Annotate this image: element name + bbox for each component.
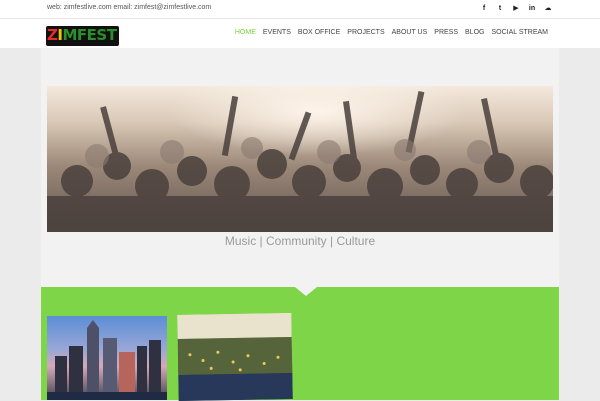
nav-press[interactable]: PRESS (434, 29, 458, 36)
logo-text-rest: MFEST (62, 26, 117, 44)
nav-events[interactable]: EVENTS (263, 29, 291, 36)
nav-home[interactable]: HOME (235, 29, 256, 36)
hero-crowd-image (47, 86, 553, 232)
zimfest-logo[interactable]: Z I MFEST (47, 26, 117, 44)
youtube-icon[interactable]: ▶ (511, 3, 521, 13)
nav-blog[interactable]: BLOG (465, 29, 484, 36)
nav-box-office[interactable]: BOX OFFICE (298, 29, 340, 36)
crowd-silhouettes (47, 91, 553, 232)
city-night-thumbnail[interactable] (177, 313, 293, 401)
linkedin-icon[interactable]: in (527, 3, 537, 13)
nav-about-us[interactable]: ABOUT US (392, 29, 428, 36)
city-skyline-thumbnail[interactable] (47, 316, 167, 400)
section-notch (295, 287, 317, 296)
site-header: Z I MFEST HOME EVENTS BOX OFFICE PROJECT… (0, 19, 600, 48)
social-links: f t ▶ in ☁ (479, 3, 553, 13)
nav-social-stream[interactable]: SOCIAL STREAM (491, 29, 548, 36)
twitter-icon[interactable]: t (495, 3, 505, 13)
contact-info: web: zimfestlive.com email: zimfest@zimf… (47, 4, 212, 11)
logo-letter-z: Z (47, 26, 58, 44)
soundcloud-icon[interactable]: ☁ (543, 3, 553, 13)
skyline-graphic (47, 320, 167, 400)
top-bar: web: zimfestlive.com email: zimfest@zimf… (0, 0, 600, 19)
nav-projects[interactable]: PROJECTS (347, 29, 384, 36)
main-nav: HOME EVENTS BOX OFFICE PROJECTS ABOUT US… (235, 29, 548, 36)
facebook-icon[interactable]: f (479, 3, 489, 13)
hero-tagline: Music | Community | Culture (224, 234, 376, 248)
night-city-graphic (177, 313, 293, 401)
